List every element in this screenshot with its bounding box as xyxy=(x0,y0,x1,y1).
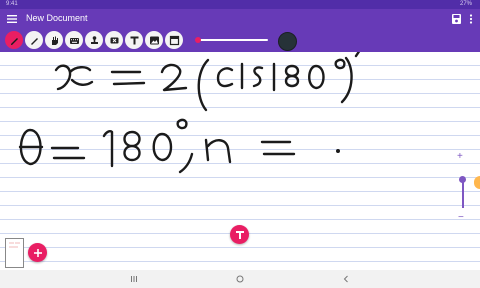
app-bar: New Document xyxy=(0,9,480,29)
pen-tool-button[interactable] xyxy=(5,31,23,49)
text-tool-button[interactable] xyxy=(125,31,143,49)
add-icon xyxy=(33,248,42,257)
zoom-slider-knob[interactable] xyxy=(459,176,466,183)
recents-icon[interactable] xyxy=(128,273,140,285)
page-thumbnail-preview xyxy=(9,242,20,248)
page-thumbnail[interactable] xyxy=(5,238,24,268)
save-icon[interactable] xyxy=(451,13,462,25)
back-icon[interactable] xyxy=(340,273,352,285)
add-page-button[interactable] xyxy=(28,243,47,262)
image-tool-button[interactable] xyxy=(145,31,163,49)
side-panel-handle[interactable] xyxy=(474,176,480,189)
menu-icon[interactable] xyxy=(6,12,18,26)
text-icon xyxy=(130,36,138,44)
hand-tool-button[interactable] xyxy=(45,31,63,49)
zoom-out-button[interactable]: − xyxy=(458,212,464,223)
text-fab-button[interactable] xyxy=(230,225,249,244)
system-nav-bar xyxy=(0,270,480,288)
pen-icon xyxy=(10,37,18,45)
document-title: New Document xyxy=(26,13,88,23)
status-battery: 27% xyxy=(459,1,472,7)
eraser-tool-button[interactable] xyxy=(105,31,123,49)
pencil-tool-button[interactable] xyxy=(25,31,43,49)
keyboard-tool-button[interactable] xyxy=(65,31,83,49)
eraser-icon xyxy=(110,37,118,43)
status-time: 9:41 xyxy=(6,1,18,7)
stroke-size-slider-knob[interactable] xyxy=(195,37,201,43)
hand-icon xyxy=(51,36,58,45)
zoom-in-button[interactable]: + xyxy=(457,151,463,162)
more-vert-icon[interactable] xyxy=(466,12,476,26)
keyboard-icon xyxy=(69,37,79,44)
zoom-slider-track[interactable] xyxy=(462,180,464,208)
stamp-icon xyxy=(90,35,98,44)
status-bar: 9:41 27% xyxy=(0,0,480,9)
color-picker-swatch[interactable] xyxy=(278,32,297,51)
stroke-size-slider-track[interactable] xyxy=(198,39,268,41)
pencil-icon xyxy=(30,37,38,45)
stamp-tool-button[interactable] xyxy=(85,31,103,49)
handwriting-line2 xyxy=(18,118,341,174)
page-icon xyxy=(169,35,179,45)
handwriting-line1 xyxy=(54,52,361,112)
image-icon xyxy=(149,36,159,44)
page-tool-button[interactable] xyxy=(165,31,183,49)
text-icon xyxy=(235,230,244,239)
home-icon[interactable] xyxy=(234,273,246,285)
